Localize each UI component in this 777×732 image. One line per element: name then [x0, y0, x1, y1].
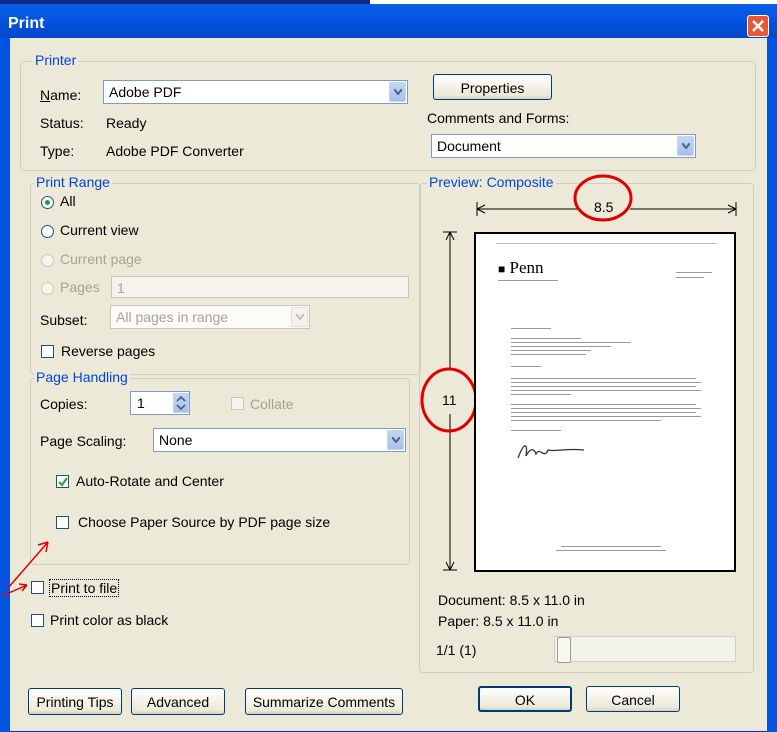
printer-type-value: Adobe PDF Converter [106, 143, 244, 159]
printer-type-label: Type: [40, 143, 75, 159]
close-icon [752, 20, 764, 32]
annotation-circle [420, 367, 478, 433]
print-color-black-label[interactable]: Print color as black [50, 612, 168, 628]
close-button[interactable] [747, 15, 769, 37]
printer-status-label: Status: [40, 115, 84, 131]
preview-page: ■ Penn [474, 232, 736, 572]
subset-label: Subset: [40, 312, 88, 328]
annotation-arrow-icon [1, 583, 28, 597]
preview-legend: Preview: Composite [427, 174, 556, 190]
annotation-circle [573, 174, 633, 222]
comments-forms-select[interactable]: Document [431, 134, 696, 158]
printer-name-select[interactable]: Adobe PDF [103, 80, 408, 104]
cancel-label: Cancel [611, 692, 655, 708]
chevron-down-icon [387, 430, 404, 450]
penn-logo: ■ Penn [498, 258, 544, 277]
printer-name-label: Name: [40, 87, 82, 103]
stepper-arrows-icon [176, 395, 186, 411]
auto-rotate-label[interactable]: Auto-Rotate and Center [76, 473, 224, 489]
printer-status-value: Ready [106, 115, 147, 131]
printer-name-value: Adobe PDF [109, 84, 182, 100]
chevron-down-icon [389, 82, 406, 102]
reverse-pages-checkbox[interactable] [41, 345, 54, 358]
comments-forms-value: Document [437, 138, 501, 154]
page-scaling-value: None [159, 432, 193, 448]
printer-legend: Printer [33, 52, 79, 68]
range-current-page-label: Current page [60, 251, 142, 267]
comments-forms-label: Comments and Forms: [427, 110, 570, 126]
printing-tips-button[interactable]: Printing Tips [28, 688, 122, 715]
ok-label: OK [514, 692, 536, 708]
paper-source-label[interactable]: Choose Paper Source by PDF page size [78, 514, 330, 530]
radio-selected-dot [45, 200, 50, 205]
pages-input-value: 1 [117, 280, 125, 296]
range-all-radio[interactable] [41, 196, 54, 209]
range-current-view-radio[interactable] [41, 225, 54, 238]
advanced-label: Advanced [146, 694, 210, 710]
reverse-pages-label[interactable]: Reverse pages [61, 343, 155, 359]
page-count: 1/1 (1) [436, 642, 477, 658]
subset-value: All pages in range [116, 309, 229, 325]
preview-slider-thumb[interactable] [557, 637, 571, 663]
range-current-page-radio[interactable] [41, 254, 54, 267]
print-range-legend: Print Range [34, 174, 112, 190]
range-all-label[interactable]: All [60, 193, 76, 209]
cancel-button[interactable]: Cancel [586, 686, 680, 712]
paper-size: Paper: 8.5 x 11.0 in [438, 613, 559, 629]
signature-image [517, 445, 585, 459]
page-handling-legend: Page Handling [34, 369, 130, 385]
properties-button[interactable]: Properties [433, 74, 552, 100]
chevron-down-icon [291, 307, 308, 327]
subset-select[interactable]: All pages in range [110, 305, 310, 329]
chevron-down-icon [677, 136, 694, 156]
ok-button[interactable]: OK [478, 686, 572, 712]
copies-input[interactable]: 1 [130, 391, 190, 415]
window-border-left [0, 38, 10, 732]
window-border-right [767, 38, 777, 732]
range-pages-radio[interactable] [41, 282, 54, 295]
page-scaling-select[interactable]: None [153, 428, 406, 452]
auto-rotate-checkbox[interactable] [56, 475, 69, 488]
pages-input[interactable]: 1 [111, 276, 409, 298]
advanced-button[interactable]: Advanced [131, 688, 225, 715]
page-scaling-label: Page Scaling: [40, 433, 127, 449]
copies-value: 1 [137, 395, 145, 411]
checkmark-icon [58, 477, 68, 487]
summarize-comments-label: Summarize Comments [252, 694, 396, 710]
paper-source-checkbox[interactable] [56, 516, 69, 529]
print-color-black-checkbox[interactable] [31, 614, 44, 627]
preview-page-slider[interactable] [554, 636, 736, 662]
copies-label: Copies: [40, 396, 88, 412]
properties-button-label: Properties [460, 80, 525, 96]
collate-checkbox[interactable] [231, 397, 244, 410]
copies-stepper[interactable] [173, 393, 189, 413]
printing-tips-label: Printing Tips [36, 694, 114, 710]
title-bar: Print [0, 4, 777, 38]
collate-label: Collate [250, 396, 294, 412]
range-current-view-label[interactable]: Current view [60, 222, 139, 238]
document-size: Document: 8.5 x 11.0 in [438, 592, 585, 608]
summarize-comments-button[interactable]: Summarize Comments [245, 688, 403, 715]
dialog-title: Print [8, 15, 45, 32]
range-pages-label: Pages [60, 279, 100, 295]
